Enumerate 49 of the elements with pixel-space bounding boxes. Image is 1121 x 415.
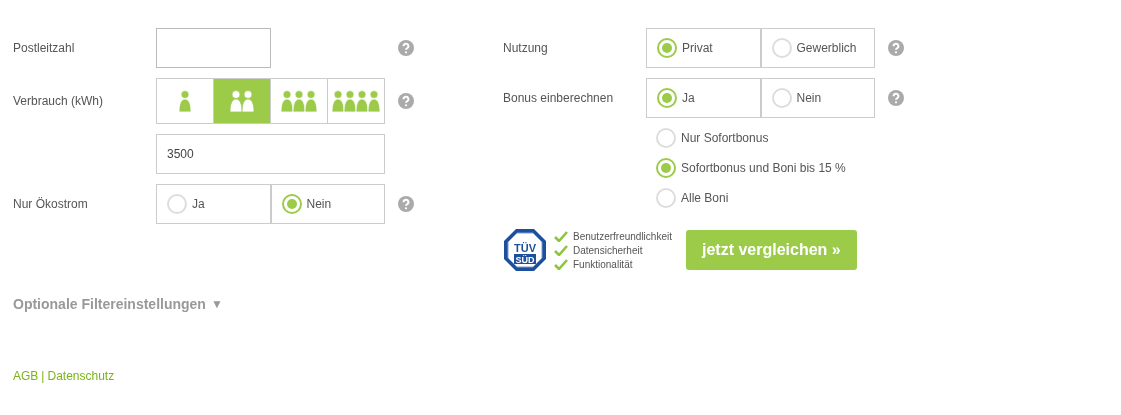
radio-button[interactable] <box>771 38 792 58</box>
radio-button[interactable] <box>167 194 187 214</box>
radio-button[interactable] <box>771 88 792 108</box>
people-icon <box>281 90 317 112</box>
help-icon[interactable] <box>398 196 414 212</box>
feature-text: Funktionalität <box>573 258 633 270</box>
checkmark-icon <box>554 258 568 270</box>
option-label: Gewerblich <box>796 41 857 55</box>
radio-option[interactable]: Gewerblich <box>759 29 874 67</box>
postcode-field[interactable] <box>156 28 271 68</box>
radio-option[interactable]: Privat <box>647 29 760 67</box>
field-label: Nur Ökostrom <box>13 197 89 211</box>
field-label: Nutzung <box>503 41 549 55</box>
option-label: Nein <box>306 197 332 211</box>
checkmark-icon <box>554 244 568 256</box>
checkmark-icon <box>554 230 568 242</box>
radio-option[interactable]: Nein <box>759 79 874 117</box>
help-icon[interactable] <box>398 93 414 109</box>
option-label[interactable]: Nur Sofortbonus <box>681 131 769 145</box>
people-icon <box>230 90 254 112</box>
radio-button[interactable] <box>657 88 677 108</box>
radio-option[interactable]: Ja <box>157 185 270 223</box>
people-icon <box>179 90 191 112</box>
radio-button[interactable] <box>281 194 302 214</box>
field-label: Verbrauch (kWh) <box>13 94 105 108</box>
radio-option[interactable]: Ja <box>647 79 760 117</box>
people-icon <box>332 90 380 112</box>
separator: | <box>41 369 45 383</box>
option-label: Ja <box>682 91 695 105</box>
feature-text: Benutzerfreundlichkeit <box>573 230 672 242</box>
option-label[interactable]: Alle Boni <box>681 191 729 205</box>
field-label: Postleitzahl <box>13 41 76 55</box>
consumption-field[interactable]: 3500 <box>156 134 385 174</box>
certification-seal-icon: TÜV SÜD <box>503 228 547 272</box>
field-label: Bonus einberechnen <box>503 91 615 105</box>
option-label: Ja <box>192 197 205 211</box>
radio-button[interactable] <box>656 158 676 178</box>
option-label: Privat <box>682 41 713 55</box>
help-icon[interactable] <box>398 40 414 56</box>
radio-button[interactable] <box>656 128 676 148</box>
help-icon[interactable] <box>888 40 904 56</box>
feature-text: Datensicherheit <box>573 244 643 256</box>
radio-option[interactable]: Nein <box>269 185 384 223</box>
option-label[interactable]: Sofortbonus und Boni bis 15 % <box>681 161 846 175</box>
radio-button[interactable] <box>656 188 676 208</box>
option-label: Nein <box>796 91 822 105</box>
radio-button[interactable] <box>657 38 677 58</box>
household-size-option[interactable] <box>213 79 270 123</box>
help-icon[interactable] <box>888 90 904 106</box>
